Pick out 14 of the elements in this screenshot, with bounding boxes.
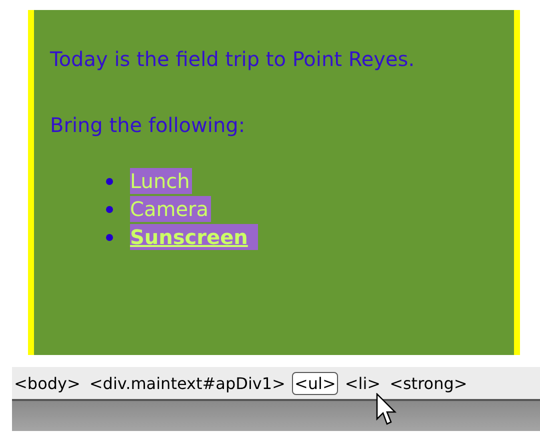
tag-button[interactable]: <strong> [388, 372, 470, 394]
tag-button[interactable]: <body> [12, 372, 82, 394]
bullet-icon [106, 178, 113, 184]
list-item-text: Lunch [130, 168, 192, 194]
tag-button[interactable]: <div.maintext#apDiv1> [87, 372, 288, 394]
mouse-pointer-icon [376, 393, 398, 427]
paragraph: Today is the field trip to Point Reyes. [50, 46, 416, 73]
list-item-text: Sunscreen [130, 224, 258, 250]
tag-button[interactable]: <ul> [292, 372, 338, 394]
bullet-icon [106, 206, 113, 212]
tag-button[interactable]: <li> [342, 372, 383, 394]
bullet-icon [106, 234, 113, 240]
paragraph: Bring the following: [50, 112, 246, 139]
list-item-text: Camera [130, 196, 210, 222]
